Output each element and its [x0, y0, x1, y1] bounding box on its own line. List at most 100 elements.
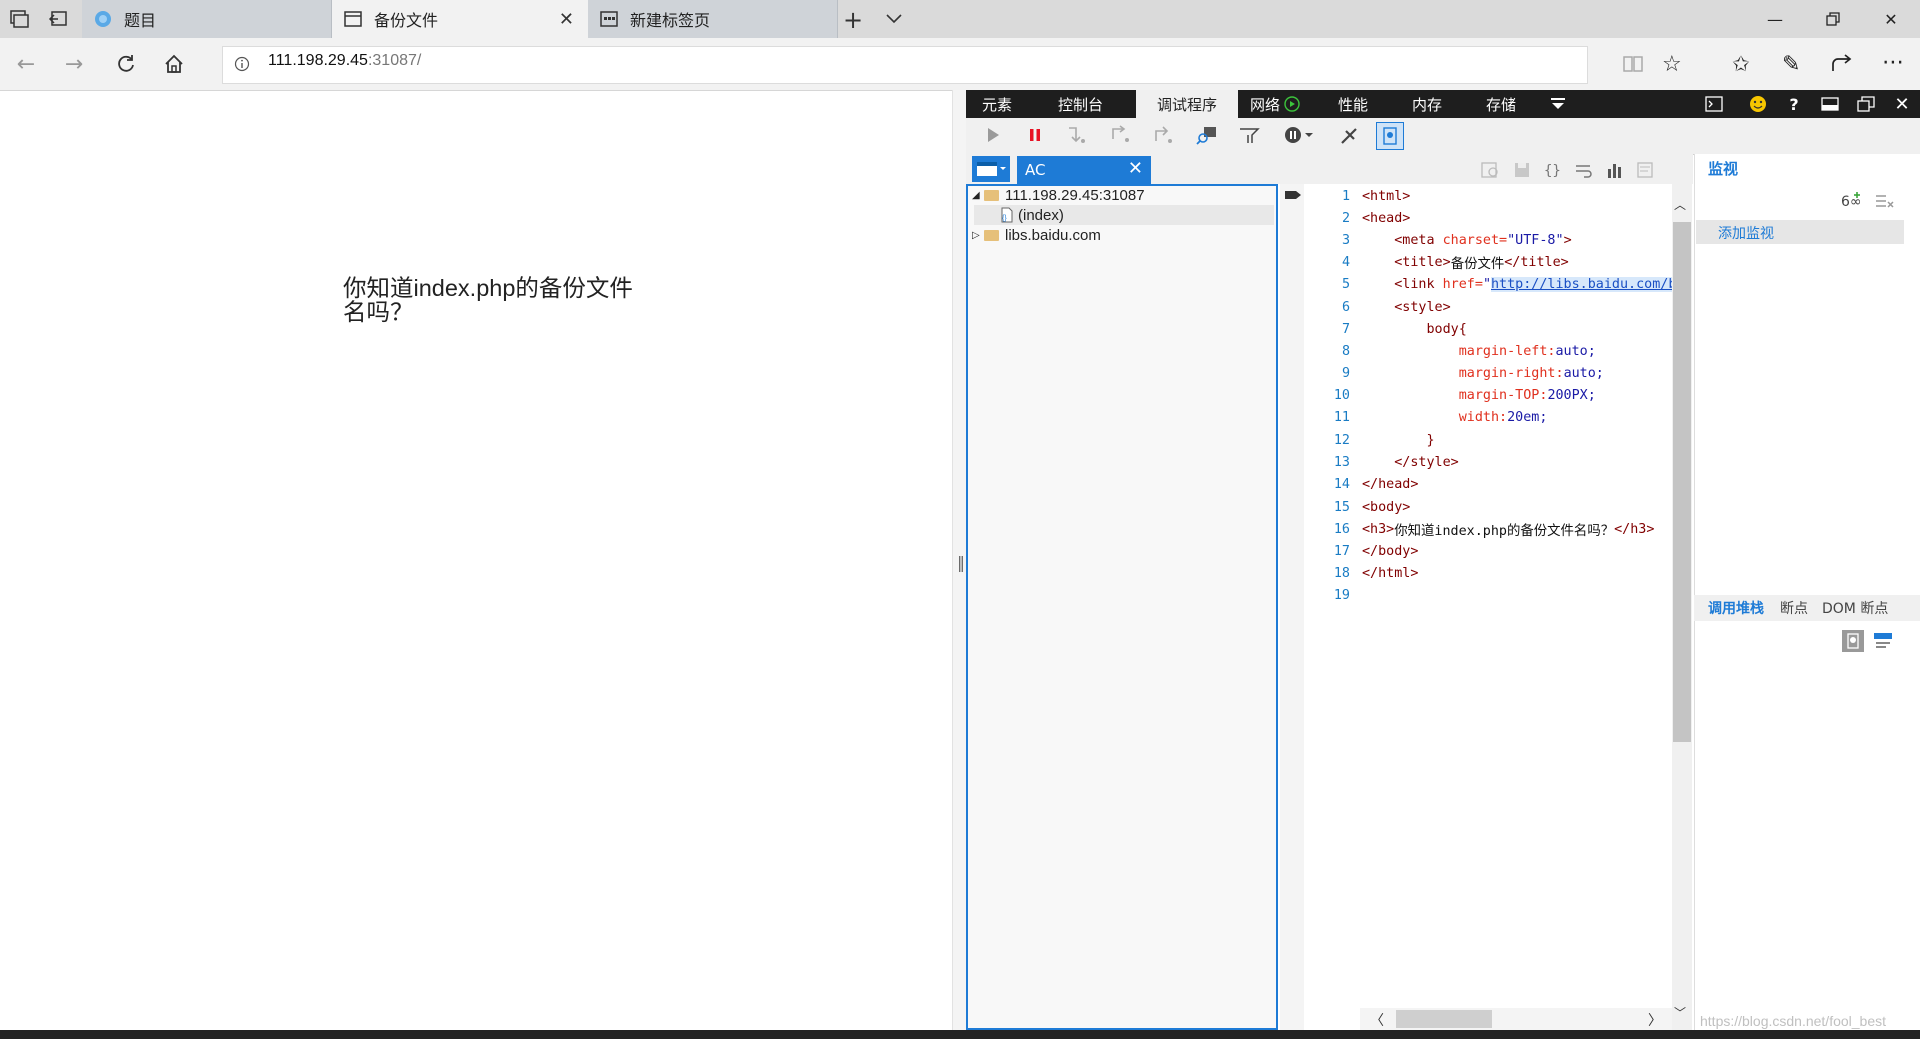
step-out-icon[interactable]: [1150, 122, 1176, 148]
site-info-icon[interactable]: [234, 56, 250, 72]
scroll-down-icon[interactable]: ﹀: [1674, 1004, 1686, 1021]
refresh-icon[interactable]: [110, 50, 142, 78]
url-text: 111.198.29.45:31087/: [268, 52, 422, 69]
reading-view-icon[interactable]: [1622, 54, 1644, 74]
file-tab-active[interactable]: AC ✕: [1017, 156, 1151, 184]
delete-all-watches-icon[interactable]: [1874, 192, 1894, 210]
favorites-list-icon[interactable]: ✩: [1732, 52, 1750, 76]
continue-icon[interactable]: [980, 122, 1006, 148]
code-line: 17 </body>: [1333, 543, 1419, 559]
profile-icon[interactable]: [1606, 161, 1626, 179]
code-line: 12 }: [1333, 432, 1435, 448]
share-icon[interactable]: [1830, 54, 1854, 74]
tab-1[interactable]: 题目: [82, 0, 332, 38]
restore-icon[interactable]: [1810, 0, 1856, 38]
dock-bottom-icon[interactable]: [1814, 90, 1846, 118]
add-watch-row[interactable]: 添加监视: [1696, 220, 1904, 244]
tab-console[interactable]: 控制台: [1058, 90, 1132, 118]
minimize-icon[interactable]: —: [1752, 0, 1798, 38]
back-icon[interactable]: ←: [10, 50, 42, 78]
show-frames-icon[interactable]: [1842, 630, 1864, 652]
pretty-print-icon[interactable]: {}: [1542, 161, 1564, 179]
record-play-icon[interactable]: [1284, 96, 1300, 112]
step-into-icon[interactable]: [1064, 122, 1090, 148]
feedback-smiley-icon[interactable]: [1742, 90, 1774, 118]
svg-text:6∞: 6∞: [1841, 194, 1862, 210]
code-link[interactable]: http://libs.baidu.com/boo: [1491, 276, 1672, 292]
step-over-icon[interactable]: [1108, 122, 1134, 148]
async-frames-icon[interactable]: [1872, 630, 1894, 652]
code-line: 13 </style>: [1333, 454, 1459, 470]
scroll-right-icon[interactable]: 〉: [1648, 1010, 1662, 1030]
collapsed-arrow-icon[interactable]: ▷: [972, 230, 984, 241]
close-file-tab-icon[interactable]: ✕: [1128, 158, 1143, 179]
code-line: 5 <link href="http://libs.baidu.com/boo: [1304, 273, 1672, 295]
code-line: 9 margin-right: auto;: [1341, 365, 1604, 381]
tab-breakpoints[interactable]: 断点: [1780, 598, 1808, 618]
side-pane: [1694, 154, 1920, 1030]
tab-3[interactable]: 新建标签页: [588, 0, 838, 38]
tree-item-libs[interactable]: ▷ libs.baidu.com: [972, 225, 1101, 245]
devtools-splitter[interactable]: ‖: [952, 90, 967, 1039]
forward-icon[interactable]: →: [58, 50, 90, 78]
set-aside-tabs-icon[interactable]: [48, 9, 70, 29]
tab-manager-icon[interactable]: [8, 9, 30, 29]
code-line: 14 </head>: [1333, 476, 1419, 492]
tab-network[interactable]: 网络: [1250, 90, 1314, 118]
code-line: 19: [1333, 587, 1350, 603]
tab-dom-breakpoints[interactable]: DOM 断点: [1822, 598, 1888, 618]
overflow-tabs-icon[interactable]: [1542, 90, 1574, 118]
tab-call-stack[interactable]: 调用堆栈: [1708, 598, 1764, 618]
open-document-icon[interactable]: [972, 156, 1010, 182]
newtab-icon: [600, 10, 618, 28]
exceptions-icon[interactable]: [1236, 122, 1262, 148]
tab-2-active[interactable]: 备份文件 ✕: [332, 0, 588, 38]
watermark: https://blog.csdn.net/fool_best: [1700, 1013, 1887, 1029]
code-line: 18 </html>: [1333, 565, 1419, 581]
source-map-icon[interactable]: [1636, 161, 1656, 179]
favorite-star-icon[interactable]: ☆: [1662, 52, 1682, 77]
vertical-scroll-thumb[interactable]: [1673, 222, 1691, 742]
current-statement-icon: [1284, 190, 1302, 200]
break-icon[interactable]: [1022, 122, 1048, 148]
horizontal-scroll-thumb[interactable]: [1396, 1010, 1492, 1028]
tab-memory[interactable]: 内存: [1412, 90, 1462, 118]
word-wrap-icon[interactable]: [1574, 161, 1596, 179]
tab-debugger[interactable]: 调试程序: [1136, 90, 1238, 118]
just-my-code-icon[interactable]: [1376, 122, 1404, 150]
script-file-icon: {}: [1000, 207, 1014, 223]
tab-label: 题目: [124, 11, 157, 30]
watch-title: 监视: [1708, 160, 1739, 178]
save-icon[interactable]: [1512, 161, 1532, 179]
tree-item-host[interactable]: ◢ 111.198.29.45:31087: [972, 185, 1145, 205]
pen-icon[interactable]: ✎: [1782, 52, 1800, 77]
expanded-arrow-icon[interactable]: ◢: [972, 190, 984, 201]
add-watch-icon[interactable]: 6∞: [1840, 192, 1862, 210]
console-toggle-icon[interactable]: [1698, 90, 1730, 118]
find-icon[interactable]: [1194, 122, 1220, 148]
new-tab-icon[interactable]: +: [843, 6, 863, 34]
tab-elements[interactable]: 元素: [982, 90, 1042, 118]
close-tab-icon[interactable]: ✕: [559, 9, 574, 30]
scroll-left-icon[interactable]: 〈: [1370, 1010, 1384, 1030]
tab-storage[interactable]: 存储: [1486, 90, 1536, 118]
disable-breakpoints-icon[interactable]: [1336, 122, 1362, 148]
taskbar: [0, 1030, 1920, 1039]
undock-icon[interactable]: [1850, 90, 1882, 118]
tree-item-index[interactable]: {} (index): [974, 205, 1274, 225]
close-window-icon[interactable]: ✕: [1868, 0, 1914, 38]
code-line: 1 <html>: [1341, 188, 1411, 204]
breakpoint-gutter[interactable]: [1280, 184, 1304, 1030]
code-line: 15 <body>: [1333, 499, 1411, 515]
find-in-files-icon[interactable]: [1480, 161, 1502, 179]
close-devtools-icon[interactable]: ✕: [1886, 90, 1918, 118]
address-bar[interactable]: [222, 46, 1588, 84]
code-line: 2 <head>: [1341, 210, 1411, 226]
scroll-up-icon[interactable]: ︿: [1674, 196, 1686, 213]
home-icon[interactable]: [158, 50, 190, 78]
help-icon[interactable]: ?: [1778, 90, 1810, 118]
tab-preview-icon[interactable]: [884, 8, 904, 28]
more-icon[interactable]: ⋯: [1882, 50, 1904, 75]
pause-on-exceptions-icon[interactable]: [1282, 122, 1316, 148]
tab-performance[interactable]: 性能: [1338, 90, 1388, 118]
